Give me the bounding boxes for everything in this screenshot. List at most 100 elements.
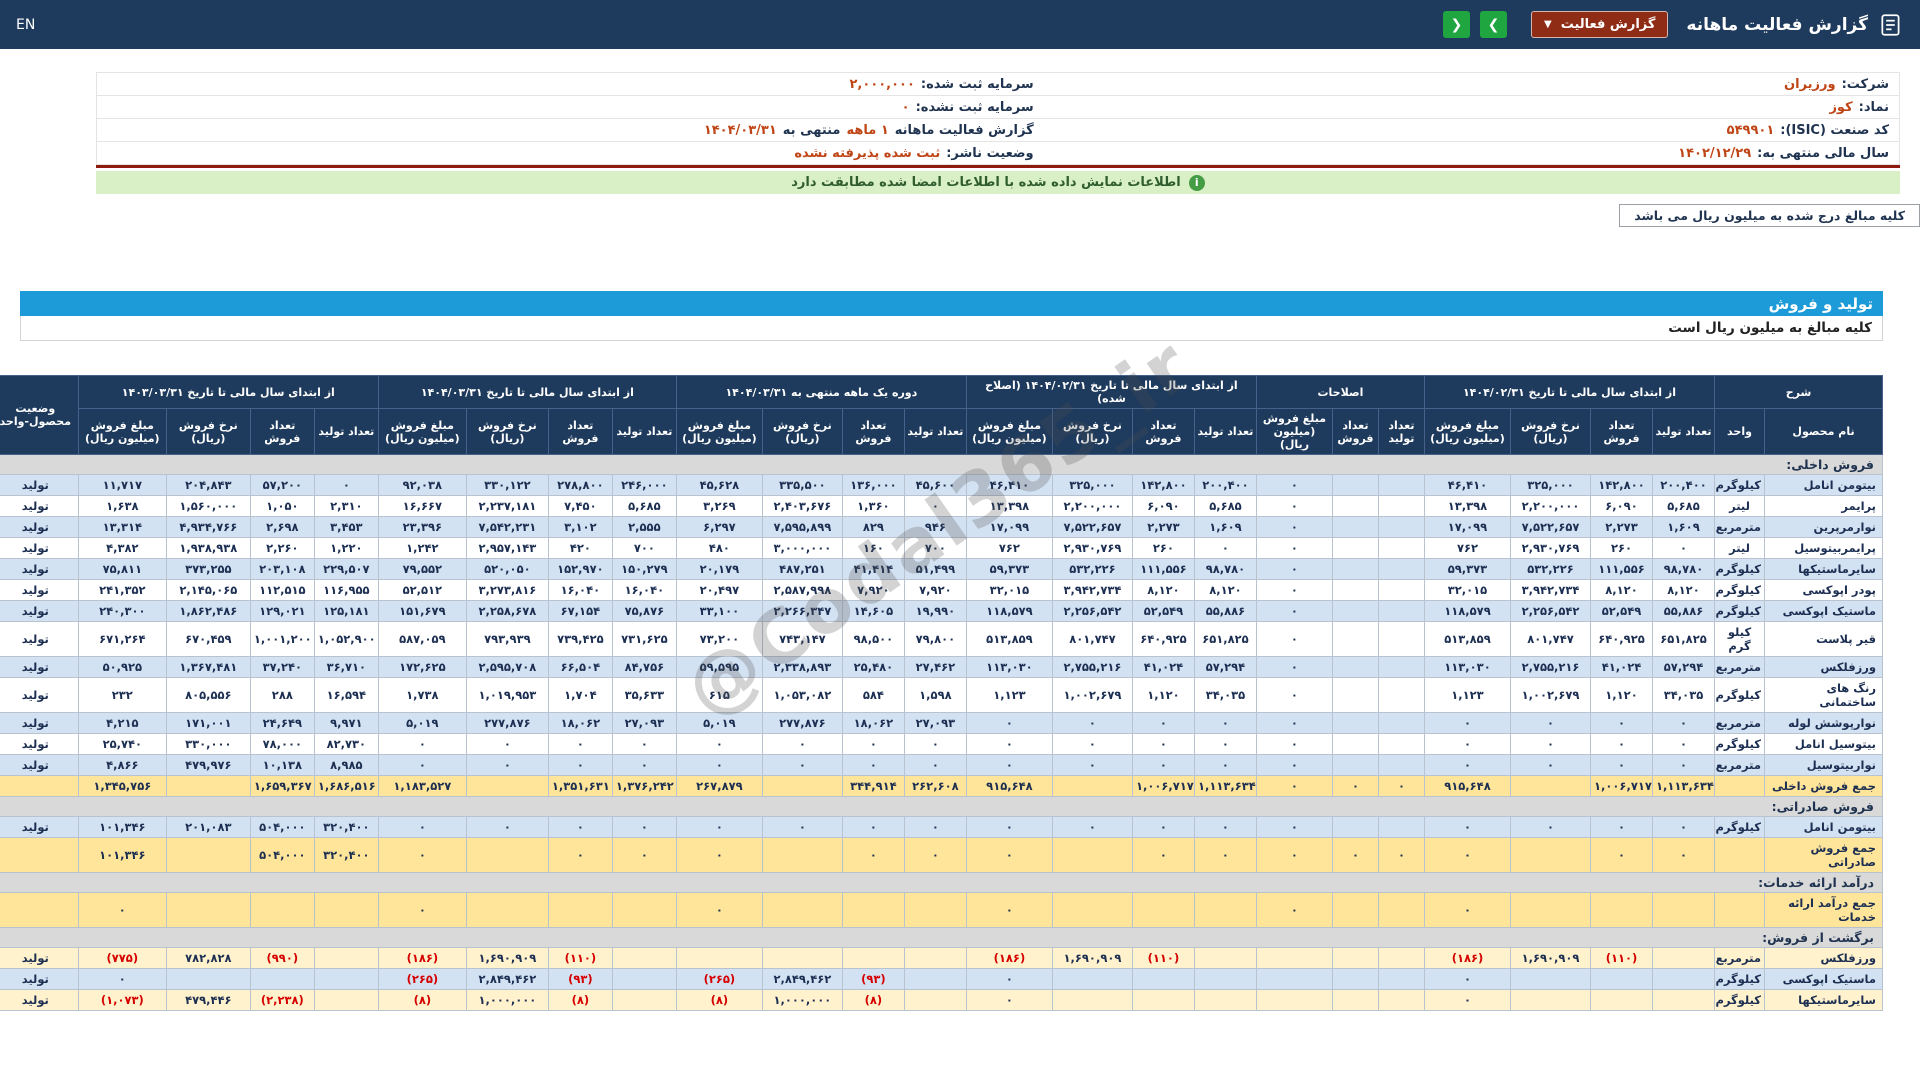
report-icon — [1878, 12, 1904, 38]
unit-note-button[interactable]: کلیه مبالغ درج شده به میلیون ریال می باش… — [1619, 204, 1920, 227]
value-cell: ۲۷۷,۸۷۶ — [762, 713, 842, 734]
unit-cell: کیلوگرم — [1715, 601, 1765, 622]
value-cell: ۷۵,۸۱۱ — [78, 559, 166, 580]
value-cell: ۷,۴۵۰ — [548, 496, 612, 517]
value-cell: ۰ — [1424, 817, 1510, 838]
value-cell: ۰ — [1256, 734, 1332, 755]
value-cell: ۱۱,۷۱۷ — [78, 475, 166, 496]
value-cell: ۱۶,۵۹۴ — [314, 678, 378, 713]
value-cell: (۹۳) — [548, 969, 612, 990]
value-cell — [1132, 990, 1194, 1011]
info-pair-left: وضعیت ناشر:ثبت شده پذیرفته نشده — [107, 146, 1034, 161]
value-cell — [466, 893, 548, 928]
value-cell: ۸,۱۲۰ — [1194, 580, 1256, 601]
value-cell: ۴,۲۱۵ — [78, 713, 166, 734]
value-cell: ۳۳۰,۱۲۲ — [466, 475, 548, 496]
value-cell: ۴۵,۶۰۰ — [904, 475, 966, 496]
value-cell: ۰ — [1424, 713, 1510, 734]
value-cell: ۲۷,۰۹۳ — [904, 713, 966, 734]
value-cell: ۹۸,۷۸۰ — [1653, 559, 1715, 580]
section-header: فروش داخلی: — [0, 455, 1883, 475]
unit-cell: کیلوگرم — [1715, 817, 1765, 838]
value-cell: ۰ — [1256, 601, 1332, 622]
value-cell: ۸۰۱,۷۴۷ — [1052, 622, 1132, 657]
value-cell: ۱۷,۰۹۹ — [966, 517, 1052, 538]
status-cell — [0, 838, 78, 873]
info-row: نماد:کوزسرمایه ثبت نشده:۰ — [96, 96, 1900, 119]
value-cell: ۳۲۵,۰۰۰ — [1052, 475, 1132, 496]
value-cell: ۱۷۲,۶۲۵ — [378, 657, 466, 678]
value-cell: ۱,۰۰۲,۶۷۹ — [1511, 678, 1591, 713]
status-cell: تولید — [0, 990, 78, 1011]
value-cell: ۷,۵۹۵,۸۹۹ — [762, 517, 842, 538]
value-cell: ۰ — [1424, 969, 1510, 990]
value-cell: ۰ — [904, 755, 966, 776]
value-cell: ۰ — [966, 838, 1052, 873]
value-cell: ۱,۳۴۵,۷۵۶ — [78, 776, 166, 797]
value-cell: ۰ — [1256, 678, 1332, 713]
product-name-cell: نوارپوشش لوله — [1765, 713, 1883, 734]
value-cell: ۰ — [1132, 713, 1194, 734]
nav-back-button[interactable]: ❮ — [1443, 11, 1470, 38]
value-cell: ۴۱,۰۲۴ — [1591, 657, 1653, 678]
value-cell: ۰ — [966, 990, 1052, 1011]
group-header: اصلاحات — [1256, 376, 1424, 409]
value-cell: ۱۱۱,۵۵۶ — [1132, 559, 1194, 580]
section-subtitle: کلیه مبالغ به میلیون ریال است — [1668, 320, 1872, 336]
value-cell: ۸,۱۲۰ — [1591, 580, 1653, 601]
value-cell: ۹۲,۰۳۸ — [378, 475, 466, 496]
language-toggle[interactable]: EN — [16, 17, 35, 33]
value-cell: ۰ — [466, 734, 548, 755]
column-header: مبلغ فروش (میلیون ریال) — [676, 409, 762, 455]
value-cell: ۶۱۵ — [676, 678, 762, 713]
table-row: پودر اپوکسیکیلوگرم۸,۱۲۰۸,۱۲۰۳,۹۴۲,۷۳۴۳۲,… — [0, 580, 1883, 601]
product-name-cell: نوارمرپرین — [1765, 517, 1883, 538]
value-cell: ۲۰۳,۱۰۸ — [250, 559, 314, 580]
report-type-dropdown[interactable]: گزارش فعالیت ▼ — [1531, 11, 1668, 38]
value-cell: ۰ — [1256, 893, 1332, 928]
signature-notice-text: اطلاعات نمایش داده شده با اطلاعات امضا ش… — [791, 175, 1181, 190]
info-value: کوز — [1829, 100, 1852, 115]
unit-cell: کیلوگرم — [1715, 678, 1765, 713]
value-cell: ۲,۸۴۹,۴۶۲ — [762, 969, 842, 990]
value-cell: ۷۰۰ — [904, 538, 966, 559]
value-cell: ۴۷۹,۹۷۶ — [166, 755, 250, 776]
value-cell — [1378, 755, 1424, 776]
table-row: بیتومن اناملکیلوگرم۲۰۰,۴۰۰۱۴۲,۸۰۰۳۲۵,۰۰۰… — [0, 475, 1883, 496]
section-header: برگشت از فروش: — [0, 928, 1883, 948]
info-value: ۲,۰۰۰,۰۰۰ — [849, 77, 914, 92]
value-cell: ۱۷,۰۹۹ — [1424, 517, 1510, 538]
info-label: گزارش فعالیت ماهانه — [895, 123, 1034, 138]
value-cell: ۵۲,۵۴۹ — [1132, 601, 1194, 622]
value-cell: (۲۶۵) — [378, 969, 466, 990]
value-cell: ۱,۵۹۸ — [904, 678, 966, 713]
nav-forward-button[interactable]: ❯ — [1480, 11, 1507, 38]
product-name-cell: پرایمربیتوسیل — [1765, 538, 1883, 559]
value-cell — [1591, 969, 1653, 990]
value-cell: ۵۲,۵۱۲ — [378, 580, 466, 601]
section-subtitle-bar: کلیه مبالغ به میلیون ریال است — [20, 316, 1883, 341]
value-cell: ۰ — [842, 734, 904, 755]
value-cell: ۰ — [548, 755, 612, 776]
value-cell: ۵۹,۳۷۳ — [1424, 559, 1510, 580]
column-header: نرخ فروش (ریال) — [466, 409, 548, 455]
value-cell: ۱,۰۵۳,۰۸۲ — [762, 678, 842, 713]
value-cell: ۲۷,۰۹۳ — [612, 713, 676, 734]
info-value: ثبت شده پذیرفته نشده — [794, 146, 940, 161]
value-cell: ۱,۶۸۶,۵۱۶ — [314, 776, 378, 797]
value-cell: ۱۸,۰۶۲ — [842, 713, 904, 734]
value-cell: ۳,۹۴۲,۷۳۴ — [1052, 580, 1132, 601]
value-cell: ۰ — [548, 817, 612, 838]
value-cell: ۲۰۱,۰۸۳ — [166, 817, 250, 838]
chevron-left-icon: ❮ — [1451, 17, 1463, 33]
value-cell: ۱,۰۰۰,۰۰۰ — [762, 990, 842, 1011]
status-cell: تولید — [0, 969, 78, 990]
info-pair-right: سال مالی منتهی به:۱۴۰۲/۱۲/۲۹ — [1034, 146, 1889, 161]
value-cell: (۱۸۶) — [1424, 948, 1510, 969]
value-cell — [1653, 969, 1715, 990]
value-cell: ۰ — [1378, 838, 1424, 873]
value-cell: ۲,۱۴۵,۰۶۵ — [166, 580, 250, 601]
value-cell — [904, 990, 966, 1011]
value-cell: ۴۱,۰۲۴ — [1132, 657, 1194, 678]
value-cell: ۲۶۲,۶۰۸ — [904, 776, 966, 797]
